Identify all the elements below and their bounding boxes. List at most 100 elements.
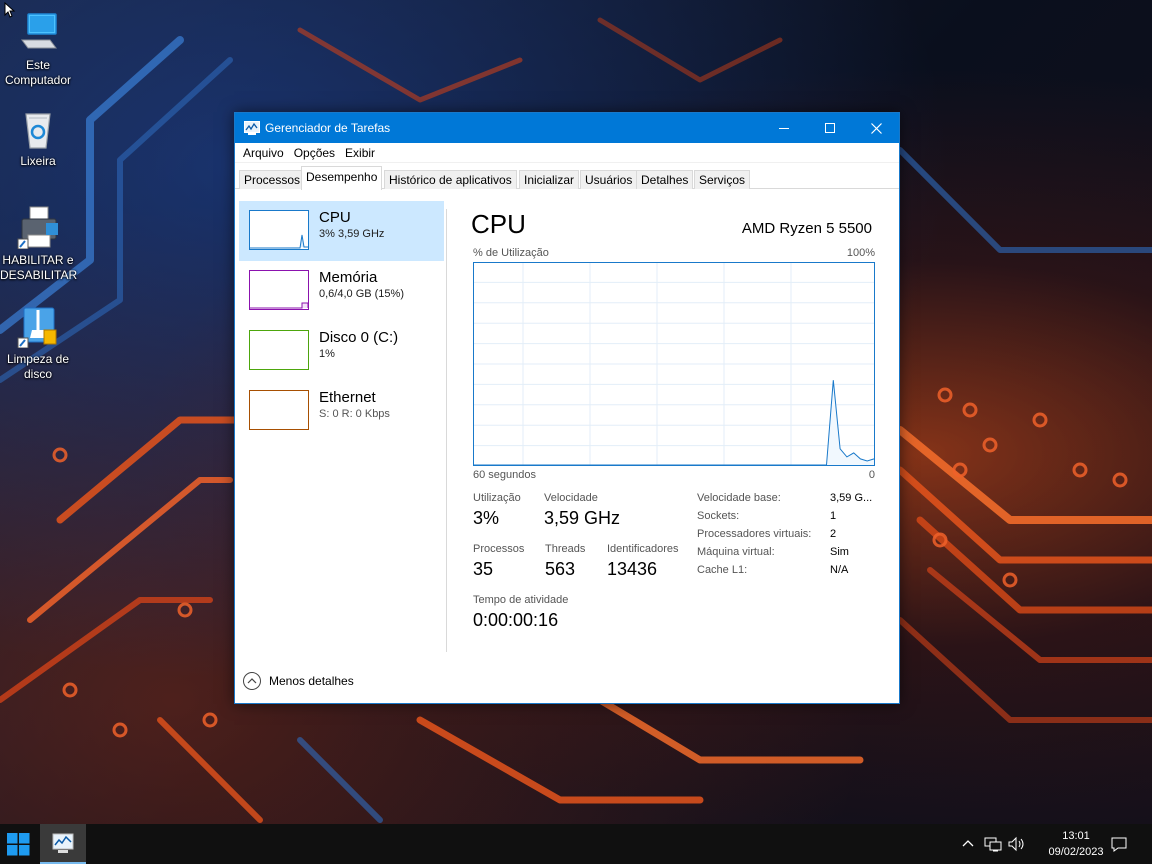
stat-label: Identificadores (607, 543, 679, 555)
tab-processos[interactable]: Processos (239, 170, 306, 189)
perf-item-ethernet[interactable]: Ethernet S: 0 R: 0 Kbps (239, 381, 444, 441)
tab-inicializar[interactable]: Inicializar (519, 170, 580, 189)
clock-date: 09/02/2023 (1048, 846, 1104, 858)
tab-bar: Processos Desempenho Histórico de aplica… (235, 163, 899, 190)
stat-velocidade: Velocidade 3,59 GHz (544, 492, 620, 529)
cpu-utilization-graph (473, 262, 875, 466)
stat-threads: Threads 563 (545, 543, 585, 580)
perf-item-disco[interactable]: Disco 0 (C:) 1% (239, 321, 444, 381)
perf-item-sub: 1% (319, 348, 335, 360)
chevron-up-icon (243, 672, 261, 690)
detail-key: Cache L1: (697, 564, 748, 576)
stat-label: Threads (545, 543, 586, 555)
menu-bar: Arquivo Opções Exibir (235, 143, 899, 163)
detail-row: Cache L1: N/A (697, 564, 877, 582)
desktop-icon-limpeza-de-disco[interactable]: Limpeza de disco (0, 304, 76, 382)
computer-icon (16, 10, 60, 54)
stat-identificadores: Identificadores 13436 (607, 543, 679, 580)
tray-notification-icon[interactable] (1110, 835, 1128, 853)
detail-row: Processadores virtuais: 2 (697, 528, 877, 546)
desktop-icon-label: HABILITAR e DESABILITAR (0, 253, 78, 282)
tab-usuarios[interactable]: Usuários (580, 170, 638, 189)
minimize-icon (779, 128, 789, 129)
printer-shortcut-icon (16, 205, 60, 250)
stat-value: 3,59 GHz (544, 508, 621, 528)
detail-key: Velocidade base: (697, 492, 781, 504)
desktop-icon-este-computador[interactable]: Este Computador (0, 10, 76, 88)
perf-item-sub: 3% 3,59 GHz (319, 228, 385, 240)
menu-opcoes[interactable]: Opções (289, 146, 340, 160)
tray-chevron-up-icon[interactable] (960, 836, 976, 852)
detail-key: Máquina virtual: (697, 546, 775, 558)
stat-processos: Processos 35 (473, 543, 524, 580)
detail-value: 3,59 G... (830, 492, 873, 504)
maximize-button[interactable] (807, 113, 853, 143)
menu-exibir[interactable]: Exibir (340, 146, 380, 160)
detail-row: Sockets: 1 (697, 510, 877, 528)
close-icon (870, 122, 882, 134)
taskbar: 13:01 09/02/2023 (0, 824, 1152, 864)
memory-mini-graph (249, 270, 309, 310)
stat-value: 0:00:00:16 (473, 610, 559, 630)
detail-row: Máquina virtual: Sim (697, 546, 877, 564)
perf-item-sub: 0,6/4,0 GB (15%) (319, 288, 404, 300)
perf-item-memoria[interactable]: Memória 0,6/4,0 GB (15%) (239, 261, 444, 321)
menu-arquivo[interactable]: Arquivo (238, 146, 289, 160)
performance-resource-list: CPU 3% 3,59 GHz Memória 0,6/4,0 GB (15%)… (239, 201, 444, 441)
system-clock[interactable]: 13:01 09/02/2023 (1044, 828, 1108, 860)
tab-historico-de-aplicativos[interactable]: Histórico de aplicativos (384, 170, 517, 189)
detail-value: 2 (830, 528, 837, 540)
detail-value: Sim (830, 546, 849, 558)
maximize-icon (825, 123, 835, 133)
disk-cleanup-icon (16, 304, 60, 349)
stat-tempo-de-atividade: Tempo de atividade 0:00:00:16 (473, 594, 568, 631)
detail-key: Sockets: (697, 510, 740, 522)
window-title: Gerenciador de Tarefas (265, 121, 391, 135)
mouse-cursor-icon (4, 2, 16, 18)
task-manager-icon (52, 833, 74, 853)
tray-network-icon[interactable] (984, 836, 1002, 852)
cpu-mini-graph (249, 210, 309, 250)
cpu-model-name: AMD Ryzen 5 5500 (741, 220, 872, 237)
tab-detalhes[interactable]: Detalhes (636, 170, 694, 189)
desktop-icon-label: Este Computador (4, 58, 72, 87)
desktop-icon-habilitar-desabilitar[interactable]: HABILITAR e DESABILITAR (0, 205, 78, 283)
perf-item-name: CPU (319, 209, 351, 226)
detail-row: Velocidade base: 3,59 G... (697, 492, 877, 510)
clock-time: 13:01 (1062, 830, 1090, 842)
detail-value: 1 (830, 510, 837, 522)
tray-volume-icon[interactable] (1008, 836, 1026, 852)
title-bar[interactable]: Gerenciador de Tarefas (235, 113, 899, 143)
perf-item-sub: S: 0 R: 0 Kbps (319, 408, 390, 420)
detail-key: Processadores virtuais: (697, 528, 812, 540)
utilization-max-label: 100% (846, 247, 875, 259)
stat-value: 3% (473, 508, 500, 528)
desktop-icon-label: Limpeza de disco (6, 352, 70, 381)
fewer-details-label: Menos detalhes (269, 674, 354, 688)
perf-item-cpu[interactable]: CPU 3% 3,59 GHz (239, 201, 444, 261)
stat-value: 35 (473, 559, 494, 579)
taskbar-task-manager-button[interactable] (40, 824, 86, 864)
detail-value: N/A (830, 564, 849, 576)
recycle-bin-icon (16, 106, 60, 150)
stat-value: 563 (545, 559, 576, 579)
task-manager-app-icon (244, 121, 260, 135)
tab-servicos[interactable]: Serviços (694, 170, 751, 189)
minimize-button[interactable] (761, 113, 807, 143)
desktop-icon-lixeira[interactable]: Lixeira (0, 106, 76, 169)
close-button[interactable] (853, 113, 899, 143)
graph-zero-label: 0 (868, 469, 875, 481)
cpu-details-table: Velocidade base: 3,59 G... Sockets: 1 Proc… (697, 492, 877, 582)
fewer-details-button[interactable]: Menos detalhes (243, 672, 354, 690)
cpu-header: CPU (471, 209, 526, 239)
tab-desempenho[interactable]: Desempenho (301, 166, 383, 190)
stat-value: 13436 (607, 559, 658, 579)
perf-item-name: Memória (319, 269, 378, 286)
perf-item-name: Disco 0 (C:) (319, 329, 399, 346)
desktop-icon-label: Lixeira (20, 154, 56, 168)
task-manager-window: Gerenciador de Tarefas Arquivo Opções Ex… (234, 112, 900, 704)
ethernet-mini-graph (249, 390, 309, 430)
start-button[interactable] (0, 824, 38, 864)
stat-label: Tempo de atividade (473, 594, 569, 606)
perf-item-name: Ethernet (319, 389, 376, 406)
